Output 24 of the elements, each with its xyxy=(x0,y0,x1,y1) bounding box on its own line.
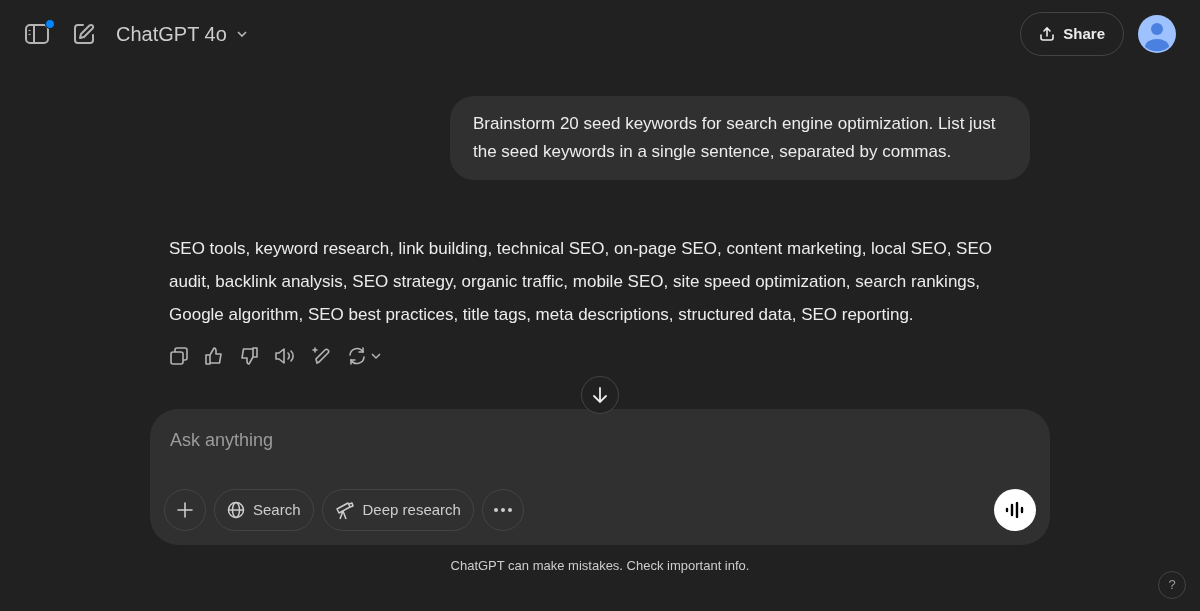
voice-button[interactable] xyxy=(994,489,1036,531)
arrow-down-icon xyxy=(591,386,609,404)
thumbs-down-icon[interactable] xyxy=(240,347,258,365)
globe-icon xyxy=(227,501,245,519)
avatar-icon[interactable] xyxy=(1138,15,1176,53)
speaker-icon[interactable] xyxy=(275,347,295,365)
scroll-down-button[interactable] xyxy=(581,376,619,414)
magic-pen-icon[interactable] xyxy=(312,347,331,365)
regenerate-button[interactable] xyxy=(348,347,382,365)
telescope-icon xyxy=(334,500,355,520)
upload-icon xyxy=(1039,26,1056,42)
thumbs-up-icon[interactable] xyxy=(205,347,223,365)
more-icon xyxy=(493,508,512,512)
refresh-icon xyxy=(348,347,366,365)
user-message: Brainstorm 20 seed keywords for search engine optimization. List just the seed keywords in a single sentence, separated by commas. xyxy=(450,96,1030,180)
disclaimer-text: ChatGPT can make mistakes. Check important info. xyxy=(449,557,751,575)
assistant-message: SEO tools, keyword research, link building, technical SEO, on-page SEO, content marketing, local SEO, SEO audit, backlink analysis, SEO strategy, organic traffic, mobile SEO, site speed optimization, search rankings, Google algorithm, SEO best practices, title tags, meta descriptions, structured data, SEO reporting. xyxy=(169,238,993,326)
compose-icon[interactable] xyxy=(72,22,96,46)
waveform-icon xyxy=(1005,502,1025,518)
plus-icon xyxy=(176,501,194,519)
copy-icon[interactable] xyxy=(170,347,188,365)
prompt-input[interactable]: Ask anything xyxy=(170,427,1036,454)
chevron-down-icon xyxy=(370,350,382,362)
model-selector[interactable]: ChatGPT 4o xyxy=(116,19,249,49)
